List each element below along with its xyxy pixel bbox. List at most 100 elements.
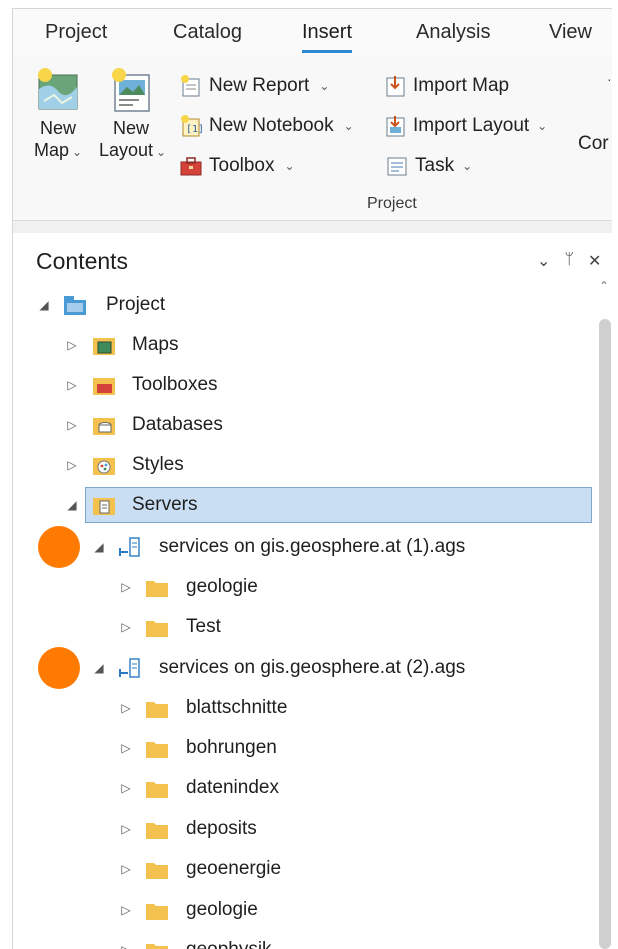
server-connection-icon [119,658,140,678]
chevron-down-icon[interactable]: ⌄ [156,145,166,159]
report-icon [181,75,200,97]
collapse-arrow-icon[interactable]: ◢ [92,661,106,675]
collapse-arrow-icon[interactable]: ◢ [92,540,106,554]
svg-text:[1]: [1] [186,124,203,135]
new-layout-button[interactable]: New Layout ⌄ [99,61,166,163]
servers-folder-icon [93,498,115,515]
chevron-down-icon: ⌄ [462,159,473,173]
truncated-command-label[interactable]: Cor [578,133,609,155]
task-button[interactable]: Task ⌄ [385,151,472,181]
ribbon-group-label: Project [367,195,417,212]
collapse-arrow-icon[interactable]: ◢ [65,498,79,512]
server-connection-icon [119,537,140,557]
folder-icon [146,742,168,758]
tree-label-folder: deposits [186,818,257,839]
import-map-label: Import Map [413,75,510,96]
pane-controls: ⌄ ᛘ ✕ [537,251,601,271]
vertical-scrollbar[interactable]: ⌃ [598,279,612,949]
expand-arrow-icon[interactable]: ▷ [119,903,133,917]
tree-item-toolboxes[interactable]: ▷ Toolboxes [13,367,596,403]
close-icon[interactable]: ✕ [588,251,601,271]
tab-project[interactable]: Project [45,21,107,44]
tree-item-folder[interactable]: ▷ geologie [13,892,596,928]
import-map-button[interactable]: Import Map [383,71,509,101]
tree-label-toolboxes: Toolboxes [132,374,218,395]
tree-item-databases[interactable]: ▷ Databases [13,407,596,443]
ribbon-panel: New Map ⌄ New Layout ⌄ New Report ⌄ [1] … [13,55,612,221]
tree-label-styles: Styles [132,454,184,475]
chevron-down-icon: ⌄ [343,119,354,133]
folder-icon [146,823,168,839]
chevron-down-icon[interactable]: ⌄ [72,145,82,159]
expand-arrow-icon[interactable]: ▷ [119,862,133,876]
toolboxes-folder-icon [93,378,115,395]
new-report-button[interactable]: New Report ⌄ [179,71,329,101]
tree-item-server-connection[interactable]: ◢ services on gis.geosphere.at (1).ags [13,529,596,565]
tree-label-project: Project [106,294,166,315]
scroll-up-icon[interactable]: ⌃ [599,279,609,293]
import-layout-button[interactable]: Import Layout ⌄ [383,111,547,141]
tree-label-folder: bohrungen [186,737,277,758]
new-notebook-button[interactable]: [1] New Notebook ⌄ [179,111,354,141]
tree-item-folder[interactable]: ▷ deposits [13,811,596,847]
overflow-dot: · [607,71,612,87]
chevron-down-icon: ⌄ [319,79,330,93]
notebook-icon: [1] [181,115,203,137]
tree-label-folder: datenindex [186,777,279,798]
toolbox-icon [180,157,202,176]
pane-menu-chevron-icon[interactable]: ⌄ [537,251,550,271]
tree-label-maps: Maps [132,334,179,355]
tree-label-folder: geologie [186,899,258,920]
tab-view[interactable]: View [549,21,592,44]
tree-item-folder[interactable]: ▷ geophysik [13,932,596,949]
new-map-label-1: New [39,118,76,138]
tree-item-folder[interactable]: ▷ geoenergie [13,851,596,887]
expand-arrow-icon[interactable]: ▷ [65,458,79,472]
ribbon-tabs: Project Catalog Insert Analysis View [13,9,612,55]
tree-label-server-1: services on gis.geosphere.at (1).ags [159,536,466,557]
tree-item-server-connection[interactable]: ◢ services on gis.geosphere.at (2).ags [13,650,596,686]
tree-item-folder[interactable]: ▷ blattschnitte [13,690,596,726]
pin-icon[interactable]: ᛘ [564,251,574,271]
expand-arrow-icon[interactable]: ▷ [119,943,133,949]
expand-arrow-icon[interactable]: ▷ [119,620,133,634]
tree-label-folder: Test [186,616,221,637]
expand-arrow-icon[interactable]: ▷ [119,781,133,795]
expand-arrow-icon[interactable]: ▷ [65,338,79,352]
task-label: Task [415,155,455,176]
tree-item-folder[interactable]: ▷ datenindex [13,770,596,806]
new-map-button[interactable]: New Map ⌄ [26,61,90,163]
tree-label-databases: Databases [132,414,223,435]
tab-insert[interactable]: Insert [302,21,353,53]
tree-item-folder[interactable]: ▷ geologie [13,569,596,605]
tree-item-styles[interactable]: ▷ Styles [13,447,596,483]
toolbox-button[interactable]: Toolbox ⌄ [179,151,295,181]
folder-icon [146,782,168,798]
maps-folder-icon [93,338,115,355]
expand-arrow-icon[interactable]: ▷ [119,580,133,594]
expand-arrow-icon[interactable]: ▷ [119,701,133,715]
expand-arrow-icon[interactable]: ▷ [65,418,79,432]
expand-arrow-icon[interactable]: ▷ [119,741,133,755]
new-report-label: New Report [209,75,310,96]
tab-analysis[interactable]: Analysis [416,21,490,44]
collapse-arrow-icon[interactable]: ◢ [37,298,51,312]
new-map-icon [38,68,78,110]
tab-catalog[interactable]: Catalog [173,21,242,44]
new-layout-label-1: New [112,118,149,138]
expand-arrow-icon[interactable]: ▷ [119,822,133,836]
chevron-down-icon: ⌄ [284,159,295,173]
scrollbar-thumb[interactable] [599,319,611,949]
tree-label-folder: geophysik [186,939,272,949]
tree-item-maps[interactable]: ▷ Maps [13,327,596,363]
tree-item-folder[interactable]: ▷ bohrungen [13,730,596,766]
tree-item-servers[interactable]: Servers [85,487,592,523]
new-layout-label-2: Layout [99,140,154,160]
tree-item-project[interactable]: ◢ Project [13,287,596,323]
tree-item-folder[interactable]: ▷ Test [13,609,596,645]
folder-icon [146,904,168,920]
expand-arrow-icon[interactable]: ▷ [65,378,79,392]
import-map-icon [386,76,405,97]
arcgis-window: Project Catalog Insert Analysis View New… [12,8,612,949]
styles-folder-icon [93,458,115,475]
